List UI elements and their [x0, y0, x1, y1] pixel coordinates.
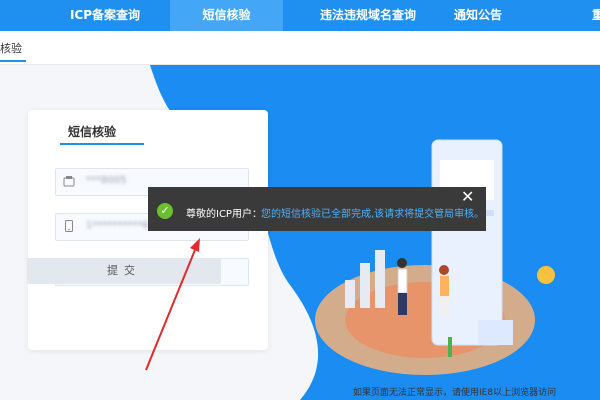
toast-message: 您的短信核验已全部完成,该请求将提交管局审核。	[261, 209, 485, 220]
nav-item-icp-query[interactable]: ICP备案查询	[57, 0, 153, 31]
mobile-field-value: 1**********6	[86, 220, 149, 231]
mobile-icon	[65, 220, 73, 232]
nav-item-more[interactable]: 重	[588, 0, 600, 31]
breadcrumb-bar: 核验	[0, 31, 600, 65]
nav-item-illegal-domain-query[interactable]: 违法违规域名查询	[308, 0, 428, 31]
phone-field-value: ***8005	[86, 175, 127, 186]
nav-item-sms-verify[interactable]: 短信核验	[170, 0, 283, 31]
browser-compat-note: 如果页面无法正常显示，请使用IE8以上浏览器访问	[353, 388, 557, 398]
top-navigation: ICP备案查询 短信核验 违法违规域名查询 通知公告 重	[0, 0, 600, 31]
card-title: 短信核验	[68, 125, 117, 139]
close-icon[interactable]: ✕	[461, 187, 474, 206]
breadcrumb-underline	[0, 60, 26, 62]
breadcrumb-current: 核验	[0, 42, 22, 55]
phone-icon	[63, 176, 75, 187]
check-circle-icon: ✓	[157, 203, 173, 219]
toast-greeting: 尊敬的ICP用户：	[186, 209, 262, 220]
card-title-underline	[60, 143, 144, 145]
success-toast: ✓ 尊敬的ICP用户： 您的短信核验已全部完成,该请求将提交管局审核。 ✕	[148, 187, 486, 231]
nav-item-notices[interactable]: 通知公告	[448, 0, 508, 31]
submit-button[interactable]: 提交	[27, 258, 221, 284]
